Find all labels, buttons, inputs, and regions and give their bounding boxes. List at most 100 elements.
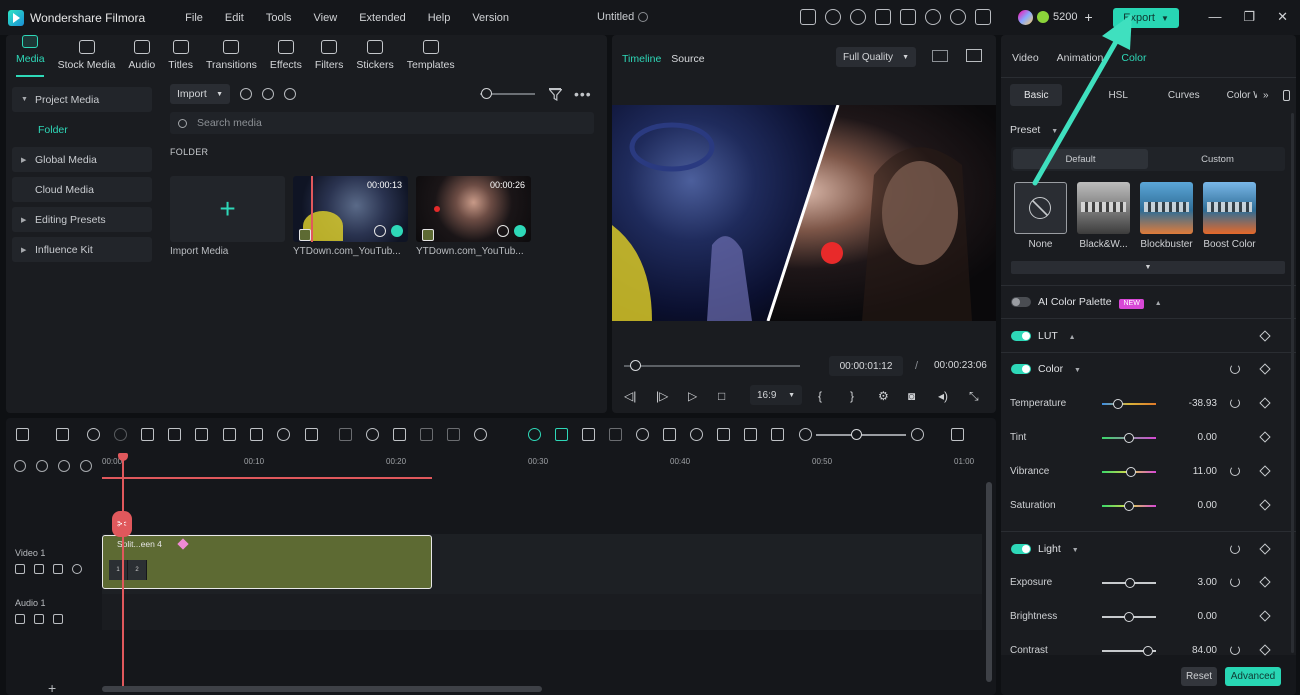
undo-icon[interactable] <box>87 428 100 441</box>
param-value[interactable]: 0.00 <box>1167 432 1217 443</box>
step-back-icon[interactable]: ◁| <box>624 389 636 403</box>
clip-thumbnail[interactable]: 00:00:13 <box>293 176 408 242</box>
param-slider[interactable] <box>1102 646 1156 656</box>
auto-ripple-icon[interactable] <box>80 460 92 472</box>
slider-knob[interactable] <box>1113 399 1124 409</box>
color-toggle[interactable] <box>1011 364 1031 374</box>
minimize-icon[interactable]: — <box>1208 9 1221 25</box>
subtab-basic[interactable]: Basic <box>1010 84 1063 106</box>
preset-header[interactable]: Preset ▼ <box>1010 124 1058 136</box>
layout-grid-icon[interactable] <box>16 428 29 441</box>
step-forward-icon[interactable]: |▷ <box>656 389 668 403</box>
preset-blockbuster[interactable]: Blockbuster <box>1140 182 1193 250</box>
audio-mixer-icon[interactable] <box>717 428 730 441</box>
audio-lane[interactable] <box>102 594 982 630</box>
param-slider[interactable] <box>1102 612 1156 622</box>
tab-titles[interactable]: Titles <box>168 35 193 77</box>
reset-icon[interactable] <box>1230 544 1240 554</box>
add-credit-icon[interactable]: + <box>1084 9 1092 25</box>
preset-thumbnail[interactable] <box>1140 182 1193 234</box>
split-audio-icon[interactable] <box>339 428 352 441</box>
mark-in-icon[interactable]: { <box>818 389 822 403</box>
param-value[interactable]: 84.00 <box>1167 645 1217 656</box>
grid-layout-icon[interactable] <box>932 50 948 62</box>
reset-icon[interactable] <box>1230 364 1240 374</box>
reset-button[interactable]: Reset <box>1181 667 1217 686</box>
credits-area[interactable]: 5200 + <box>1018 9 1093 25</box>
save-preset-icon[interactable] <box>1282 89 1290 101</box>
track-area[interactable]: Split...een 4 1 2 ✂ <box>102 482 982 692</box>
sidebar-item-editing-presets[interactable]: ▶ Editing Presets <box>12 207 152 232</box>
auto-reframe-icon[interactable] <box>366 428 379 441</box>
cloud-upload-icon[interactable] <box>925 9 941 25</box>
keyframe-diamond-icon[interactable] <box>1259 363 1271 375</box>
playhead[interactable] <box>122 454 124 686</box>
menu-view[interactable]: View <box>314 12 338 24</box>
close-icon[interactable]: ✕ <box>1277 9 1288 25</box>
param-slider[interactable] <box>1102 433 1156 443</box>
preset-tab-default[interactable]: Default <box>1013 149 1148 169</box>
export-button[interactable]: Export ▼ <box>1113 8 1179 28</box>
tab-stickers[interactable]: Stickers <box>356 35 394 77</box>
media-clip-card[interactable]: 00:00:26 YTDown.com_YouTub... <box>416 176 531 257</box>
headset-support-icon[interactable] <box>950 9 966 25</box>
work-area-range[interactable] <box>102 477 432 479</box>
tab-effects[interactable]: Effects <box>270 35 302 77</box>
more-tabs-chevron-icon[interactable]: » <box>1263 84 1269 106</box>
preset-black-white[interactable]: Black&W... <box>1077 182 1130 250</box>
record-icon[interactable] <box>240 88 252 100</box>
mark-out-icon[interactable]: } <box>850 389 854 403</box>
playback-progress[interactable] <box>624 365 800 367</box>
freeze-frame-icon[interactable] <box>420 428 433 441</box>
tab-templates[interactable]: Templates <box>407 35 455 77</box>
gift-icon[interactable] <box>800 9 816 25</box>
tab-animation[interactable]: Animation <box>1057 52 1104 64</box>
render-icon[interactable] <box>609 428 622 441</box>
sidebar-item-project-media[interactable]: ▼ Project Media <box>12 87 152 112</box>
timeline-horizontal-scrollbar[interactable] <box>102 686 542 692</box>
sidebar-item-cloud-media[interactable]: Cloud Media <box>12 177 152 202</box>
eye-icon[interactable] <box>72 564 82 574</box>
subtab-hsl[interactable]: HSL <box>1108 84 1127 106</box>
marker-icon[interactable] <box>582 428 595 441</box>
quality-select[interactable]: Full Quality ▼ <box>836 47 916 67</box>
stabilize-icon[interactable] <box>636 428 649 441</box>
time-ruler[interactable]: 00:00 00:10 00:20 00:30 00:40 00:50 01:0… <box>102 453 982 478</box>
zoom-out-icon[interactable] <box>799 428 812 441</box>
pen-icon[interactable] <box>250 428 263 441</box>
search-media-input[interactable]: Search media <box>170 112 594 134</box>
smart-cutout-icon[interactable] <box>393 428 406 441</box>
aspect-ratio-select[interactable]: 16:9 ▼ <box>750 385 802 405</box>
video-preview[interactable] <box>612 105 996 321</box>
render-settings-icon[interactable]: ⚙ <box>878 389 889 403</box>
play-icon[interactable]: ▷ <box>688 389 697 403</box>
redo-icon[interactable] <box>114 428 127 441</box>
snapshot-image-icon[interactable] <box>966 49 982 62</box>
slider-knob[interactable] <box>1124 501 1134 511</box>
timeline-clip[interactable]: Split...een 4 1 2 <box>102 535 432 589</box>
timeline-zoom-knob[interactable] <box>851 429 862 440</box>
ai-color-palette-toggle[interactable] <box>1011 297 1031 307</box>
thumbnail-size-knob[interactable] <box>481 88 492 99</box>
scissors-icon[interactable] <box>168 428 181 441</box>
tab-transitions[interactable]: Transitions <box>206 35 257 77</box>
clip-thumbnail[interactable]: 00:00:26 <box>416 176 531 242</box>
param-slider[interactable] <box>1102 467 1156 477</box>
speed-timer-icon[interactable] <box>277 428 290 441</box>
more-options-icon[interactable]: ••• <box>574 86 592 102</box>
preset-none[interactable]: None <box>1014 182 1067 250</box>
fullscreen-icon[interactable]: ⤡ <box>969 389 979 404</box>
property-scrollbar[interactable] <box>1291 113 1294 653</box>
track-settings-icon[interactable] <box>14 460 26 472</box>
menu-help[interactable]: Help <box>428 12 451 24</box>
param-slider[interactable] <box>1102 501 1156 511</box>
speaker-icon[interactable] <box>34 614 44 624</box>
reset-icon[interactable] <box>1230 645 1240 655</box>
save-icon[interactable] <box>900 9 916 25</box>
tab-media[interactable]: Media <box>16 35 45 77</box>
tab-color[interactable]: Color <box>1121 52 1146 64</box>
captions-icon[interactable] <box>771 428 784 441</box>
slider-knob[interactable] <box>1124 612 1134 622</box>
keyframe-diamond-icon[interactable] <box>1259 465 1271 477</box>
param-value[interactable]: 11.00 <box>1167 466 1217 477</box>
